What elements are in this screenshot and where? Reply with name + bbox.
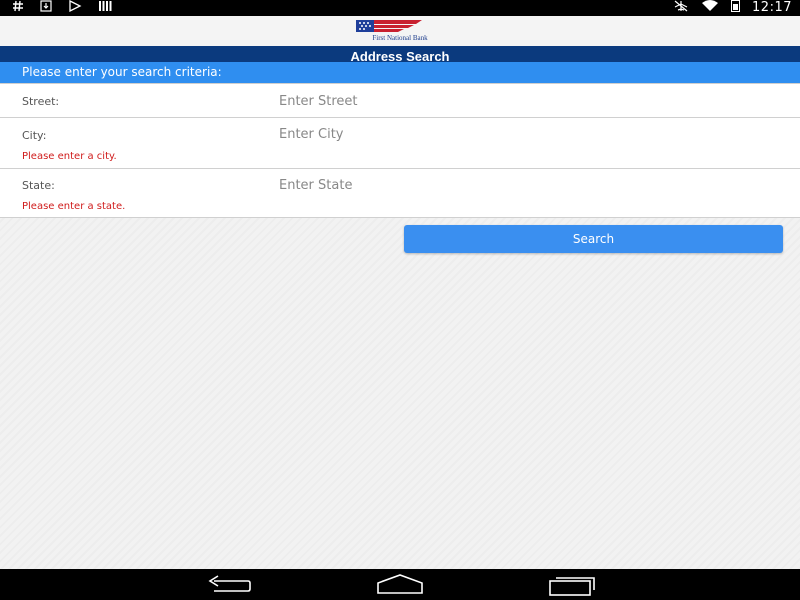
street-row: Street: [0,83,800,118]
search-form: Street: City: Please enter a city. State… [0,83,800,218]
street-input[interactable] [276,90,782,112]
state-error-message: Please enter a state. [22,201,126,212]
header-bar: Address Search [0,46,800,64]
status-bar: 12:17 [0,0,800,16]
navigation-bar [0,569,800,600]
home-icon[interactable] [374,573,426,597]
city-row: City: Please enter a city. [0,118,800,169]
city-error-message: Please enter a city. [22,151,117,162]
state-label: State: [22,179,55,192]
status-time: 12:17 [752,0,792,15]
state-row: State: Please enter a state. [0,169,800,218]
criteria-label: Please enter your search criteria: [22,65,222,79]
street-label: Street: [22,95,60,108]
play-store-icon [68,0,82,17]
bank-name: First National Bank [372,34,428,42]
recent-apps-icon[interactable] [546,573,598,597]
wifi-icon [701,0,719,17]
status-bar-left [12,0,112,16]
criteria-bar: Please enter your search criteria: [0,62,800,83]
battery-icon [731,0,741,17]
app-screen: 12:17 First National Bank Address Search… [0,0,800,600]
city-input[interactable] [276,123,782,145]
download-icon [40,0,52,17]
bank-logo: First National Bank [352,18,448,44]
airplane-mode-off-icon [673,0,689,17]
signal-bars-icon [98,0,112,17]
search-button[interactable]: Search [404,225,783,253]
state-input[interactable] [276,174,782,196]
hash-icon [12,0,24,17]
status-bar-right: 12:17 [673,0,792,16]
back-icon[interactable] [204,573,254,597]
city-label: City: [22,129,47,142]
logo-strip: First National Bank [0,16,800,46]
